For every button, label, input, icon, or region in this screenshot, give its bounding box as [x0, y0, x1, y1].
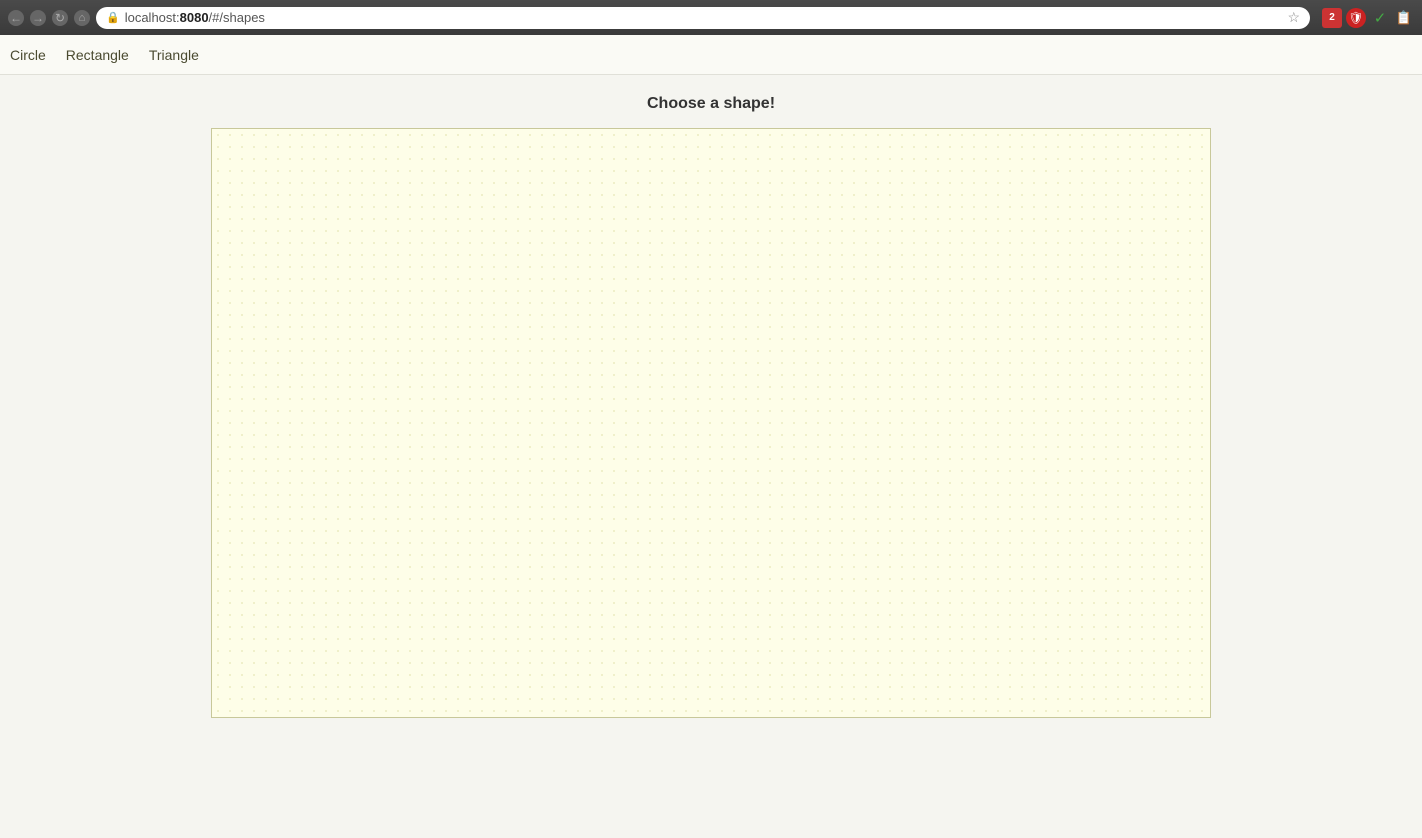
extension-icon-4[interactable]: 📋 — [1394, 8, 1414, 28]
lock-icon: 🔒 — [106, 11, 120, 24]
back-icon: ← — [10, 11, 22, 25]
shape-canvas — [211, 128, 1211, 718]
extension-icon-2[interactable]: 🛡 — [1346, 8, 1366, 28]
address-bar[interactable]: 🔒 localhost:8080/#/shapes ☆ — [96, 7, 1310, 29]
refresh-icon: ↻ — [55, 11, 65, 25]
home-button[interactable]: ⌂ — [74, 10, 90, 26]
nav-bar: Circle Rectangle Triangle — [0, 35, 1422, 75]
nav-link-circle[interactable]: Circle — [10, 47, 46, 63]
back-button[interactable]: ← — [8, 10, 24, 26]
extension-icon-1[interactable]: 2 — [1322, 8, 1342, 28]
nav-link-triangle[interactable]: Triangle — [149, 47, 199, 63]
home-icon: ⌂ — [79, 12, 86, 24]
refresh-button[interactable]: ↻ — [52, 10, 68, 26]
bookmark-star-icon[interactable]: ☆ — [1287, 9, 1300, 26]
nav-link-rectangle[interactable]: Rectangle — [66, 47, 129, 63]
url-port: 8080 — [180, 10, 209, 25]
forward-button[interactable]: → — [30, 10, 46, 26]
page-heading: Choose a shape! — [647, 95, 775, 113]
main-content: Choose a shape! — [0, 75, 1422, 738]
url-path: /#/shapes — [209, 10, 265, 25]
browser-chrome: ← → ↻ ⌂ 🔒 localhost:8080/#/shapes ☆ 2 🛡 … — [0, 0, 1422, 35]
url-text: localhost:8080/#/shapes — [125, 10, 265, 25]
extension-icon-3[interactable]: ✓ — [1370, 8, 1390, 28]
forward-icon: → — [32, 11, 44, 25]
browser-extensions: 2 🛡 ✓ 📋 — [1322, 8, 1414, 28]
url-prefix: localhost: — [125, 10, 180, 25]
